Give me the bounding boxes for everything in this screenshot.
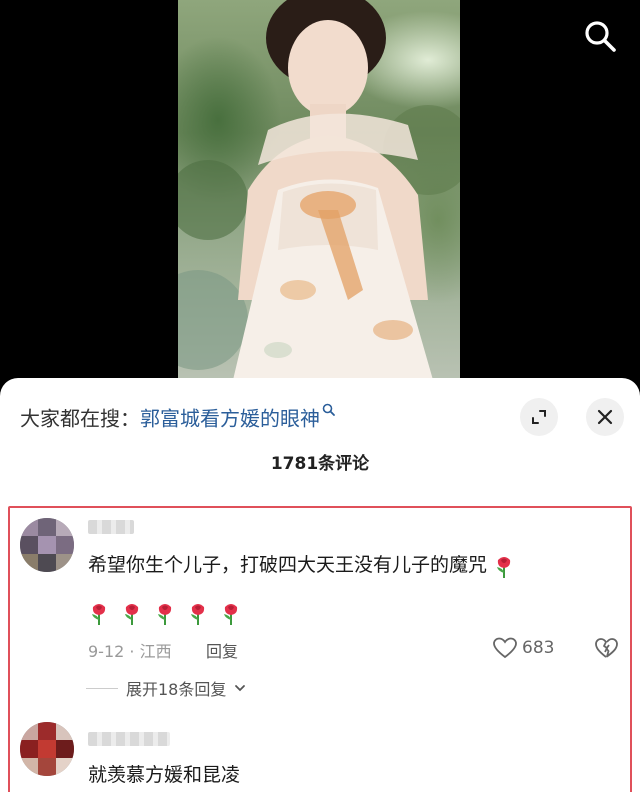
chevron-down-icon [235, 685, 246, 692]
expand-icon [532, 410, 546, 424]
username-blurred[interactable] [88, 520, 134, 534]
trending-search-term[interactable]: 郭富城看方媛的眼神 [140, 407, 320, 431]
close-icon [597, 409, 613, 425]
like-count: 683 [522, 638, 555, 658]
small-search-icon [322, 403, 335, 416]
rose-emoji-icon [158, 604, 172, 625]
expand-replies-label: 展开18条回复 [126, 680, 227, 699]
comment-location: 江西 [139, 642, 172, 661]
comment-sheet: 大家都在搜：郭富城看方媛的眼神 1781条评论 希望你生个儿子，打破四大天王没有… [0, 378, 640, 792]
divider-line [86, 687, 118, 689]
trending-search[interactable]: 大家都在搜：郭富城看方媛的眼神 [20, 402, 337, 431]
comment-text: 希望你生个儿子，打破四大天王没有儿子的魔咒 [88, 552, 515, 579]
video-frame [178, 0, 460, 380]
meta-separator: · [124, 642, 140, 661]
comment-date: 9-12 [88, 642, 125, 661]
rose-emoji-icon [497, 556, 511, 578]
rose-emoji-icon [224, 604, 238, 625]
rose-emoji-icon [191, 604, 205, 625]
rose-emoji-icon [92, 604, 106, 625]
emoji-row [88, 600, 242, 630]
search-icon[interactable] [582, 18, 618, 54]
comment-sheet-header: 大家都在搜：郭富城看方媛的眼神 [0, 378, 640, 454]
avatar[interactable] [20, 722, 74, 776]
heart-icon [493, 637, 517, 659]
expand-button[interactable] [520, 398, 558, 436]
comment-count: 1781条评论 [270, 454, 370, 474]
comment-text-body: 希望你生个儿子，打破四大天王没有儿子的魔咒 [88, 554, 488, 576]
comment-text: 就羡慕方媛和昆凌 [88, 764, 241, 786]
expand-replies-button[interactable]: 展开18条回复 [86, 676, 246, 700]
video-still-image [178, 0, 460, 380]
rose-emoji-icon [125, 604, 139, 625]
close-button[interactable] [586, 398, 624, 436]
username-blurred[interactable] [88, 732, 170, 746]
highlighted-comments: 希望你生个儿子，打破四大天王没有儿子的魔咒 9-12 · 江西 回复 683 展… [8, 506, 632, 792]
trending-search-label: 大家都在搜： [20, 406, 140, 431]
video-player[interactable] [0, 0, 640, 380]
avatar[interactable] [20, 518, 74, 572]
like-button[interactable]: 683 [492, 636, 554, 660]
comment-meta: 9-12 · 江西 [88, 638, 172, 662]
broken-heart-icon[interactable] [594, 636, 618, 660]
reply-button[interactable]: 回复 [206, 638, 238, 662]
